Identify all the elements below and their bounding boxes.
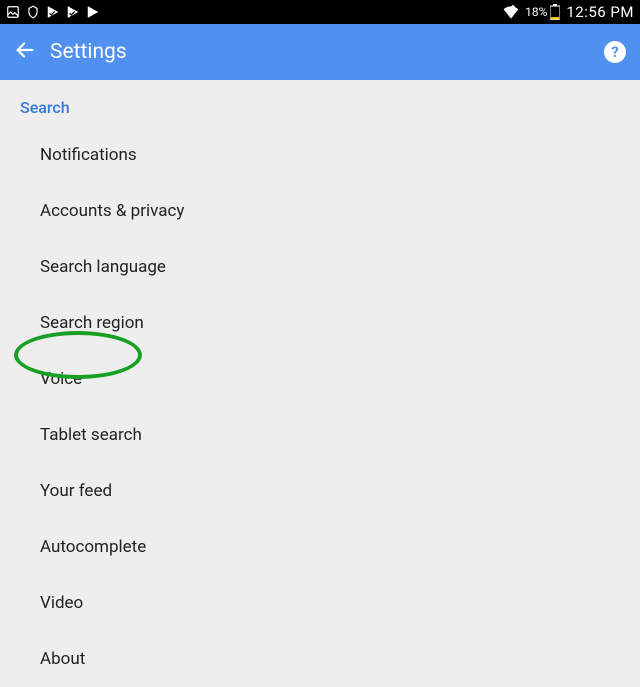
list-item-search-language[interactable]: Search language	[0, 239, 640, 295]
list-item-accounts-privacy[interactable]: Accounts & privacy	[0, 183, 640, 239]
list-item-about[interactable]: About	[0, 631, 640, 687]
list-item-tablet-search[interactable]: Tablet search	[0, 407, 640, 463]
list-item-search-region[interactable]: Search region	[0, 295, 640, 351]
status-clock: 12:56 PM	[566, 3, 634, 21]
help-button[interactable]: ?	[604, 41, 626, 63]
list-item-video[interactable]: Video	[0, 575, 640, 631]
image-icon	[6, 5, 20, 19]
shape-icon	[26, 5, 40, 19]
back-arrow-icon[interactable]	[14, 39, 36, 65]
list-item-notifications[interactable]: Notifications	[0, 127, 640, 183]
play-badge-icon	[66, 5, 80, 19]
play-badge-icon	[46, 5, 60, 19]
battery-percent: 18%	[525, 5, 547, 19]
app-bar: Settings ?	[0, 24, 640, 80]
status-bar: 18% 12:56 PM	[0, 0, 640, 24]
wifi-icon	[503, 5, 519, 19]
battery-indicator: 18%	[525, 4, 560, 20]
section-header-search: Search	[0, 80, 640, 127]
settings-list: Search Notifications Accounts & privacy …	[0, 80, 640, 687]
help-icon: ?	[611, 43, 618, 61]
play-icon	[86, 5, 100, 19]
list-item-your-feed[interactable]: Your feed	[0, 463, 640, 519]
list-item-autocomplete[interactable]: Autocomplete	[0, 519, 640, 575]
list-item-voice[interactable]: Voice	[0, 351, 640, 407]
page-title: Settings	[50, 40, 127, 64]
